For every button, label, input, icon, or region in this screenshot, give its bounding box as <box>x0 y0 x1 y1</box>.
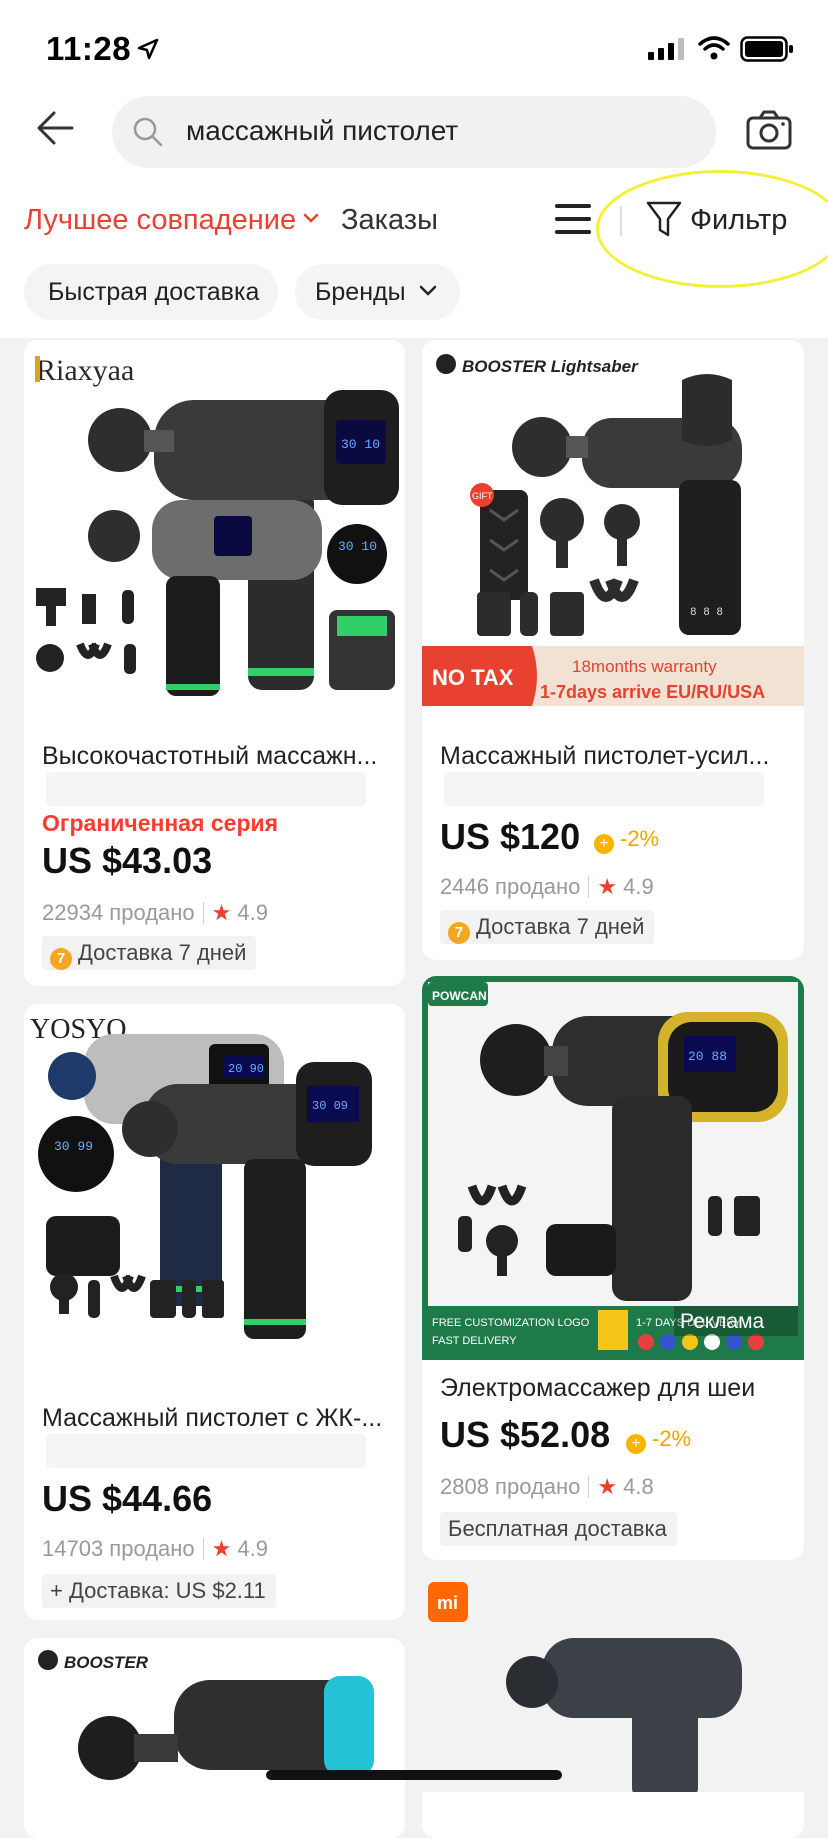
star-icon: ★ <box>597 874 618 899</box>
star-icon: ★ <box>597 1474 618 1499</box>
ad-label: Реклама <box>680 1310 765 1333</box>
filter-highlight-annotation <box>596 170 828 288</box>
brand-logo: BOOSTER <box>64 1653 149 1672</box>
skeleton-placeholder <box>46 772 366 806</box>
coin-icon: + <box>594 834 614 854</box>
delivery-icon: 7 <box>50 948 72 970</box>
product-price: US $120 <box>440 816 581 857</box>
delivery-tag: + Доставка: US $2.11 <box>42 1574 276 1608</box>
skeleton-placeholder <box>444 772 764 806</box>
banner-no-tax: NO TAX <box>432 665 514 690</box>
coin-icon: + <box>626 1434 646 1454</box>
product-card[interactable]: BOOSTER Lightsaber 8 8 8 GIFT NO TAX 18m… <box>422 340 804 960</box>
product-card[interactable]: mi <box>422 1578 804 1838</box>
product-title[interactable]: Электромассажер для шеи <box>440 1374 790 1403</box>
wifi-icon <box>698 36 730 60</box>
lcd-display: 30 09 <box>312 1099 348 1113</box>
product-meta: 2446 продано ★ 4.9 <box>440 874 654 900</box>
rating: 4.9 <box>623 874 654 899</box>
star-icon: ★ <box>211 1536 232 1561</box>
product-image: mi <box>422 1578 804 1792</box>
cellular-signal-icon <box>648 38 684 60</box>
home-indicator[interactable] <box>266 1770 562 1780</box>
product-card[interactable]: Riaxyaa 30 10 30 10 Высокочастотный масс… <box>24 340 405 986</box>
status-time: 11:28 <box>46 30 132 67</box>
product-meta: 2808 продано ★ 4.8 <box>440 1474 654 1500</box>
brand-logo: mi <box>437 1593 458 1613</box>
coin-discount: + -2% <box>594 826 659 854</box>
coin-discount: + -2% <box>626 1426 691 1454</box>
product-price: US $52.08 <box>440 1414 611 1455</box>
product-meta: 14703 продано ★ 4.9 <box>42 1536 268 1562</box>
product-card[interactable]: POWCAN 20 88 FREE CUSTOMIZATION LOGO FAS… <box>422 976 804 1560</box>
discount-text: -2% <box>652 1426 692 1451</box>
lcd-display: 30 99 <box>54 1139 93 1154</box>
lcd-display: 8 8 8 <box>690 607 723 619</box>
camera-icon[interactable] <box>746 110 792 150</box>
chip-brands-label: Бренды <box>315 278 406 306</box>
list-view-icon[interactable] <box>554 202 592 236</box>
sold-count: 22934 продано <box>42 900 195 925</box>
product-title[interactable]: Массажный пистолет с ЖК-... <box>42 1404 392 1433</box>
search-input[interactable]: массажный пистолет <box>186 115 458 147</box>
product-image: BOOSTER Lightsaber 8 8 8 GIFT NO TAX 18m… <box>422 340 804 725</box>
search-icon <box>133 117 163 147</box>
rating: 4.9 <box>237 1536 268 1561</box>
footer-text: FAST DELIVERY <box>432 1335 517 1347</box>
delivery-text: Доставка 7 дней <box>476 914 645 939</box>
sold-count: 2446 продано <box>440 874 581 899</box>
brand-logo: BOOSTER Lightsaber <box>462 357 639 376</box>
brand-logo: Riaxyaa <box>36 354 134 387</box>
delivery-tag: 7 Доставка 7 дней <box>440 910 655 944</box>
product-price: US $44.66 <box>42 1478 213 1519</box>
product-card[interactable]: BOOSTER <box>24 1638 405 1838</box>
rating: 4.9 <box>237 900 268 925</box>
banner-warranty: 18months warranty <box>572 657 717 676</box>
rating: 4.8 <box>623 1474 654 1499</box>
product-card[interactable]: YOSYO 20 90 30 09 30 99 Массажный пистол… <box>24 1004 405 1620</box>
discount-text: -2% <box>620 826 660 851</box>
chip-fast-delivery[interactable]: Быстрая доставка <box>24 264 278 320</box>
lcd-display: 30 10 <box>338 539 377 554</box>
banner-delivery: 1-7days arrive EU/RU/USA <box>540 682 765 702</box>
product-title[interactable]: Высокочастотный массажн... <box>42 742 392 771</box>
location-arrow-icon <box>137 38 159 60</box>
brand-logo: POWCAN <box>432 989 487 1003</box>
product-image: Riaxyaa 30 10 30 10 <box>24 340 405 725</box>
skeleton-placeholder <box>46 1434 366 1468</box>
sold-count: 2808 продано <box>440 1474 581 1499</box>
lcd-display: 30 10 <box>341 437 380 452</box>
chevron-down-icon <box>419 285 437 296</box>
battery-icon <box>740 36 793 62</box>
chevron-down-icon[interactable] <box>303 213 319 225</box>
delivery-text: Доставка 7 дней <box>78 940 247 965</box>
star-icon: ★ <box>211 900 232 925</box>
sold-count: 14703 продано <box>42 1536 195 1561</box>
product-price: US $43.03 <box>42 840 213 881</box>
footer-text: FREE CUSTOMIZATION LOGO <box>432 1317 590 1329</box>
lcd-display: 20 90 <box>228 1062 264 1076</box>
product-image: POWCAN 20 88 FREE CUSTOMIZATION LOGO FAS… <box>422 976 804 1360</box>
product-meta: 22934 продано ★ 4.9 <box>42 900 268 926</box>
delivery-tag: Бесплатная доставка <box>440 1512 677 1546</box>
lcd-display: 20 88 <box>688 1049 727 1064</box>
chip-brands[interactable]: Бренды <box>295 264 460 320</box>
delivery-icon: 7 <box>448 922 470 944</box>
product-image: YOSYO 20 90 30 09 30 99 <box>24 1004 405 1389</box>
sort-best-match[interactable]: Лучшее совпадение <box>24 204 296 237</box>
gift-label: GIFT <box>472 491 493 501</box>
product-title[interactable]: Массажный пистолет-усил... <box>440 742 790 771</box>
sort-orders[interactable]: Заказы <box>341 204 438 237</box>
search-bar[interactable]: массажный пистолет <box>112 96 716 168</box>
delivery-tag: 7 Доставка 7 дней <box>42 936 257 970</box>
limited-edition-badge: Ограниченная серия <box>42 810 279 836</box>
back-arrow-icon[interactable] <box>36 110 74 146</box>
